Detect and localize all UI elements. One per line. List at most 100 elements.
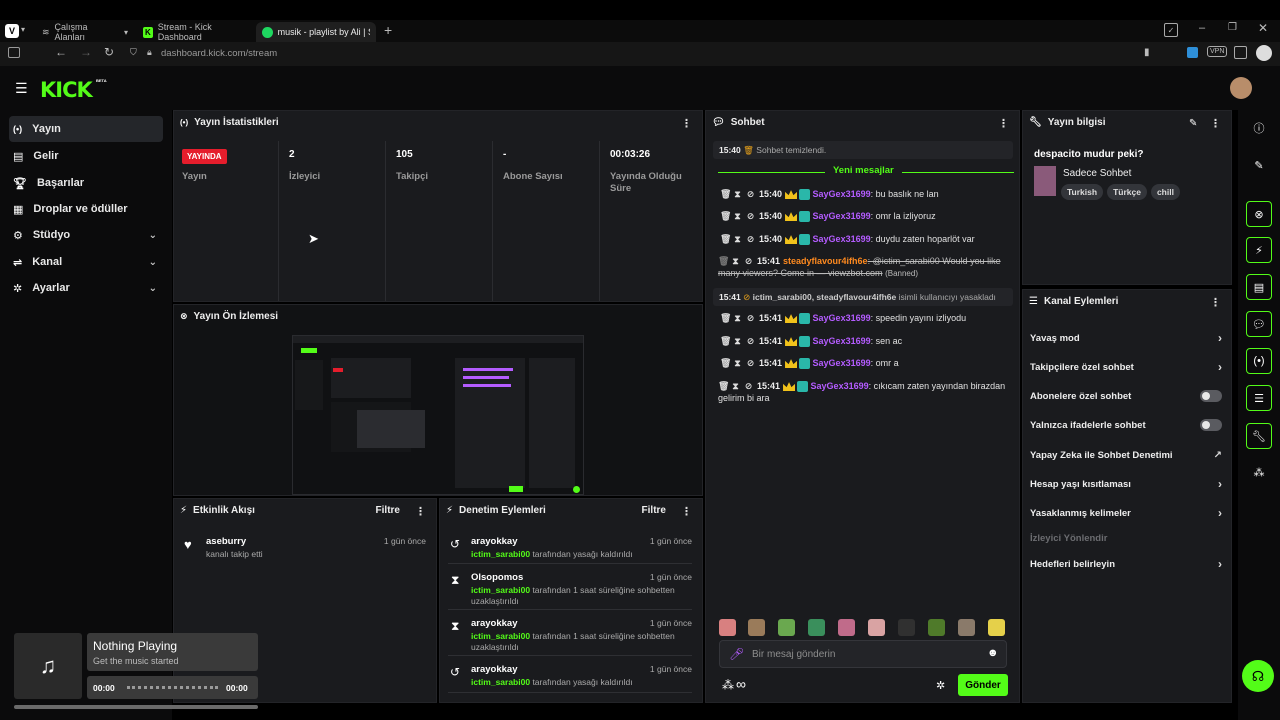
more-options-icon[interactable]: ⋮ [415,505,426,518]
ban-icon[interactable]: ⊘ [746,188,755,200]
chat-message[interactable]: 🗑︎ ⧗ ⊘ 15:41 SayGex31699: speedin yayını iz… [720,312,1006,325]
timeout-icon[interactable]: ⧗ [733,335,742,347]
tag[interactable]: Turkish [1061,184,1104,200]
points-icon[interactable]: ⁂ [722,678,734,692]
message-user[interactable]: SayGex31699 [811,381,869,391]
maximize-icon[interactable]: ❐ [1228,22,1237,33]
tab-kick-dashboard[interactable]: K Stream - Kick Dashboard [137,22,253,42]
back-icon[interactable]: ← [55,45,67,59]
profile-icon[interactable] [1256,45,1272,61]
timeout-icon[interactable]: ⧗ [733,210,742,222]
wrench-icon[interactable]: 🔧︎ [1246,423,1272,449]
trash-icon[interactable]: 🗑︎ [720,188,731,200]
extension-icon[interactable] [1187,47,1198,58]
chat-input[interactable]: 🎤︎ Bir mesaj gönderin ☻ [719,640,1007,668]
followers-only-item[interactable]: Takipçilere özel sohbet › [1030,357,1222,377]
list-icon[interactable]: ☰ [1246,385,1272,411]
chat-message[interactable]: 🗑︎ ⧗ ⊘ 15:40 SayGex31699: duydu zaten hopar… [720,233,1006,246]
ban-icon[interactable]: ⊘ [746,357,755,369]
vpn-icon[interactable]: VPN [1207,46,1228,57]
vivaldi-menu-icon[interactable]: V [5,24,19,38]
trash-icon[interactable]: 🗑︎ [720,210,731,222]
trash-icon[interactable]: 🗑︎ [718,255,729,267]
sidebar-item-studyo[interactable]: ⚙︎ Stüdyo ⌄ [9,222,163,248]
microphone-icon[interactable]: 🎤︎ [729,647,744,661]
timeout-icon[interactable]: ⧗ [733,188,742,200]
support-button[interactable]: ☊ [1242,660,1274,692]
edit-icon[interactable]: ✎ [1246,152,1272,178]
lightning-icon[interactable]: ⚡︎ [1246,237,1272,263]
document-icon[interactable]: ▤ [1246,274,1272,300]
extensions-icon[interactable] [1234,46,1247,59]
preview-toggle-icon[interactable]: ⊗ [1246,201,1272,227]
emote-button[interactable] [958,619,975,636]
sidebar-toggle-icon[interactable] [8,47,20,58]
sidebar-item-basarilar[interactable]: 🏆︎ Başarılar [9,170,163,196]
timeout-icon[interactable]: ⧗ [733,233,742,245]
trash-icon[interactable]: 🗑︎ [720,335,731,347]
gear-icon[interactable]: ✲ [936,679,945,692]
trash-icon[interactable]: 🗑︎ [720,357,731,369]
emote-button[interactable] [748,619,765,636]
more-options-icon[interactable]: ⋮ [681,117,692,130]
bookmark-icon[interactable]: ▮ [1144,47,1150,58]
hamburger-menu-icon[interactable]: ☰ [15,80,28,97]
more-options-icon[interactable]: ⋮ [681,505,692,518]
chat-bubble-icon[interactable]: 💬︎ [1246,311,1272,337]
emote-button[interactable] [898,619,915,636]
close-window-icon[interactable]: ✕ [1258,21,1268,35]
tab-spotify[interactable]: musik - playlist by Ali | Spo [256,22,376,42]
message-user[interactable]: SayGex31699 [813,358,871,368]
message-user[interactable]: steadyflavour4ifh6e [783,256,868,266]
broadcast-icon[interactable]: (•) [1246,348,1272,374]
progress-bar[interactable] [127,686,218,689]
emote-button[interactable] [719,619,736,636]
timeout-icon[interactable]: ⧗ [733,357,742,369]
tab-workspaces[interactable]: ≋ Çalışma Alanları ▾ [36,22,134,42]
url-field[interactable]: dashboard.kick.com/stream [161,48,277,59]
chat-message[interactable]: 🗑︎ ⧗ ⊘ 15:41 SayGex31699: sen ac [720,335,1006,348]
chat-message-banned[interactable]: 🗑︎ ⧗ ⊘ 15:41 steadyflavour4ifh6e: @ictim_sar… [718,255,1010,280]
ban-icon[interactable]: ⊘ [746,233,755,245]
stream-preview-video[interactable] [292,335,584,495]
account-age-item[interactable]: Hesap yaşı kısıtlaması › [1030,474,1222,494]
tab-manager-icon[interactable]: ✓ [1164,23,1178,37]
more-options-icon[interactable]: ⋮ [998,117,1009,130]
timeout-icon[interactable]: ⧗ [733,312,742,324]
more-options-icon[interactable]: ⋮ [1210,117,1221,130]
avatar[interactable] [1230,77,1252,99]
emote-button[interactable] [838,619,855,636]
ban-icon[interactable]: ⊘ [746,312,755,324]
timeout-icon[interactable]: ⧗ [731,380,740,392]
chat-message[interactable]: 🗑︎ ⧗ ⊘ 15:41 SayGex31699: cıkıcam zaten yay… [718,380,1010,404]
message-user[interactable]: SayGex31699 [813,234,871,244]
banned-words-item[interactable]: Yasaklanmış kelimeler › [1030,503,1222,523]
emote-button[interactable] [778,619,795,636]
ai-moderation-item[interactable]: Yapay Zeka ile Sohbet Denetimi ↗ [1030,445,1222,465]
trash-icon[interactable]: 🗑︎ [718,380,729,392]
trash-icon[interactable]: 🗑︎ [720,233,731,245]
player-scrollbar[interactable] [14,705,258,709]
message-user[interactable]: SayGex31699 [813,313,871,323]
sidebar-item-yayin[interactable]: (•) Yayın [9,116,163,142]
chat-message[interactable]: 🗑︎ ⧗ ⊘ 15:41 SayGex31699: omr a [720,357,1006,370]
tag[interactable]: chill [1150,184,1180,200]
sidebar-item-kanal[interactable]: ⇌ Kanal ⌄ [9,249,163,275]
edit-icon[interactable]: ✎ [1189,118,1197,129]
emote-button[interactable] [928,619,945,636]
trash-icon[interactable]: 🗑︎ [720,312,731,324]
shield-icon[interactable]: ⛉ [130,47,137,58]
chat-message[interactable]: 🗑︎ ⧗ ⊘ 15:40 SayGex31699: bu baslık ne lan [720,188,1006,201]
message-user[interactable]: SayGex31699 [813,189,871,199]
filter-button[interactable]: Filtre [376,505,400,516]
ban-icon[interactable]: ⊘ [744,255,753,267]
tag[interactable]: Türkçe [1107,184,1147,200]
ban-icon[interactable]: ⊘ [744,380,753,392]
emoji-icon[interactable]: ☻ [987,647,999,659]
emote-button[interactable] [988,619,1005,636]
targets-item[interactable]: Hedefleri belirleyin › [1030,554,1222,574]
slow-mode-item[interactable]: Yavaş mod › [1030,328,1222,348]
more-options-icon[interactable]: ⋮ [1210,296,1221,309]
send-button[interactable]: Gönder [958,674,1008,696]
emote-button[interactable] [808,619,825,636]
